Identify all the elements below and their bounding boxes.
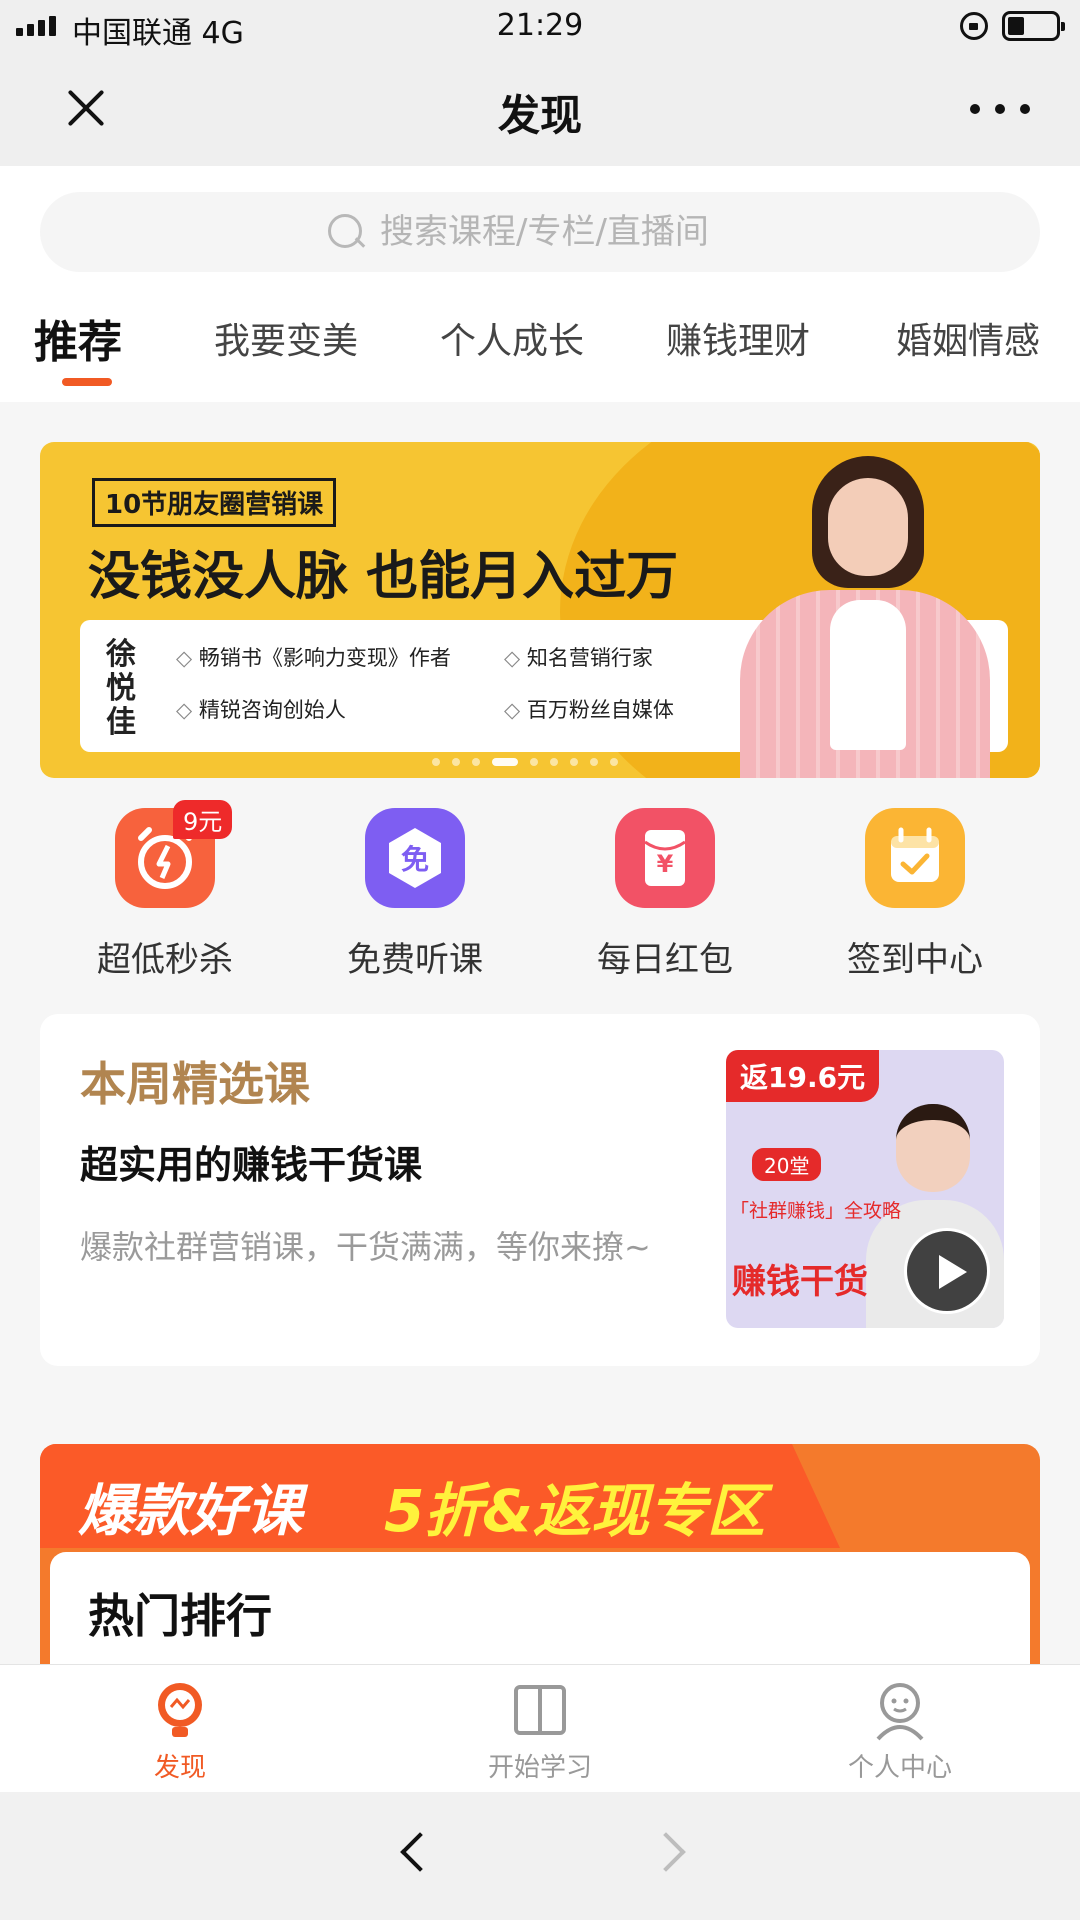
alarm-clock-icon: 9元 <box>115 800 233 908</box>
page-title: 发现 <box>497 91 582 140</box>
quick-label: 免费听课 <box>347 940 483 980</box>
discount-label: 5折&返现专区 <box>384 1477 765 1545</box>
free-glyph: 免 <box>400 843 429 876</box>
hot-label: 爆款好课 <box>78 1479 302 1544</box>
flash-sale-entry[interactable]: 9元 超低秒杀 <box>40 800 290 981</box>
calendar-check-icon <box>865 808 965 908</box>
search-icon <box>328 214 364 250</box>
hot-ranking-title: 热门排行 <box>88 1589 272 1643</box>
banner-tag: 10节朋友圈营销课 <box>92 478 337 527</box>
thumb-subtitle: 「社群赚钱」全攻略 <box>730 1200 902 1222</box>
rotation-lock-icon <box>960 12 988 40</box>
tabbar-label: 开始学习 <box>487 1753 592 1783</box>
forward-arrow-icon[interactable] <box>650 1828 690 1878</box>
tab-growth[interactable]: 个人成长 <box>440 312 584 364</box>
tabbar-label: 发现 <box>153 1753 206 1783</box>
tab-relationship[interactable]: 婚姻情感 <box>896 312 1040 364</box>
tabbar-study[interactable]: 开始学习 <box>440 1679 640 1784</box>
checkin-entry[interactable]: 签到中心 <box>790 808 1040 981</box>
cashback-label: 返19.6元 <box>726 1050 880 1102</box>
featured-title: 超实用的赚钱干货课 <box>80 1143 423 1187</box>
quick-label: 每日红包 <box>597 940 733 980</box>
active-tab-indicator <box>62 378 112 386</box>
tabbar-label: 个人中心 <box>847 1753 952 1783</box>
featured-thumbnail[interactable]: 返19.6元 20堂 「社群赚钱」全攻略 赚钱干货 <box>726 1050 1004 1328</box>
bottom-tab-bar: 发现 开始学习 个人中心 <box>0 1664 1080 1792</box>
back-arrow-icon[interactable] <box>394 1828 434 1878</box>
banner-point: 精锐咨询创始人 <box>176 694 504 724</box>
tabbar-discover[interactable]: 发现 <box>80 1679 280 1784</box>
yuan-glyph: ¥ <box>656 850 674 878</box>
browser-nav-bar <box>0 1792 1080 1920</box>
tab-beauty[interactable]: 我要变美 <box>214 312 358 364</box>
discover-bulb-icon <box>150 1679 210 1741</box>
status-time: 21:29 <box>496 8 584 43</box>
red-envelope-icon: ¥ <box>615 808 715 908</box>
tab-finance[interactable]: 赚钱理财 <box>666 312 810 364</box>
speaker-photo <box>720 450 1010 778</box>
tabbar-profile[interactable]: 个人中心 <box>800 1679 1000 1784</box>
banner-title: 没钱没人脉 也能月入过万 <box>88 547 679 607</box>
free-badge-icon: 免 <box>365 808 465 908</box>
battery-icon <box>1002 11 1065 41</box>
hot-courses-section: 爆款好课 5折&返现专区 热门排行 <box>40 1444 1040 1664</box>
banner-point: 畅销书《影响力变现》作者 <box>176 642 504 672</box>
carousel-dots <box>432 758 618 766</box>
thumb-headline: 赚钱干货 <box>732 1262 868 1302</box>
daily-redpacket-entry[interactable]: ¥ 每日红包 <box>540 808 790 981</box>
price-badge: 9元 <box>173 800 233 839</box>
search-and-tabs: 推荐 我要变美 个人成长 赚钱理财 婚姻情感 <box>0 166 1080 402</box>
featured-heading: 本周精选课 <box>80 1057 310 1111</box>
category-tabs: 推荐 我要变美 个人成长 赚钱理财 婚姻情感 <box>0 312 1080 392</box>
featured-description: 爆款社群营销课，干货满满，等你来撩~ <box>80 1228 651 1266</box>
search-box[interactable] <box>40 192 1040 272</box>
open-book-icon <box>510 1679 570 1741</box>
status-bar: 中国联通 4G 21:29 <box>0 0 1080 52</box>
promo-banner[interactable]: 10节朋友圈营销课 没钱没人脉 也能月入过万 徐悦佳 畅销书《影响力变现》作者 … <box>40 442 1040 778</box>
tab-recommend[interactable]: 推荐 <box>34 306 122 370</box>
hot-ranking-panel: 热门排行 <box>50 1552 1030 1664</box>
play-icon[interactable] <box>904 1228 990 1314</box>
quick-label: 超低秒杀 <box>97 940 233 980</box>
lesson-count-pill: 20堂 <box>752 1148 822 1181</box>
search-input[interactable] <box>380 192 1000 272</box>
quick-label: 签到中心 <box>847 940 983 980</box>
quick-entries: 9元 超低秒杀 免 免费听课 ¥ 每日红包 签到中心 <box>40 800 1040 988</box>
featured-course-card[interactable]: 本周精选课 超实用的赚钱干货课 爆款社群营销课，干货满满，等你来撩~ 返19.6… <box>40 1014 1040 1366</box>
person-icon <box>870 1679 930 1741</box>
free-course-entry[interactable]: 免 免费听课 <box>290 808 540 981</box>
banner-speaker-name: 徐悦佳 <box>106 637 136 740</box>
hot-banner[interactable]: 爆款好课 5折&返现专区 <box>40 1444 840 1548</box>
more-options-icon[interactable] <box>970 104 1030 118</box>
nav-bar: 发现 <box>0 52 1080 166</box>
